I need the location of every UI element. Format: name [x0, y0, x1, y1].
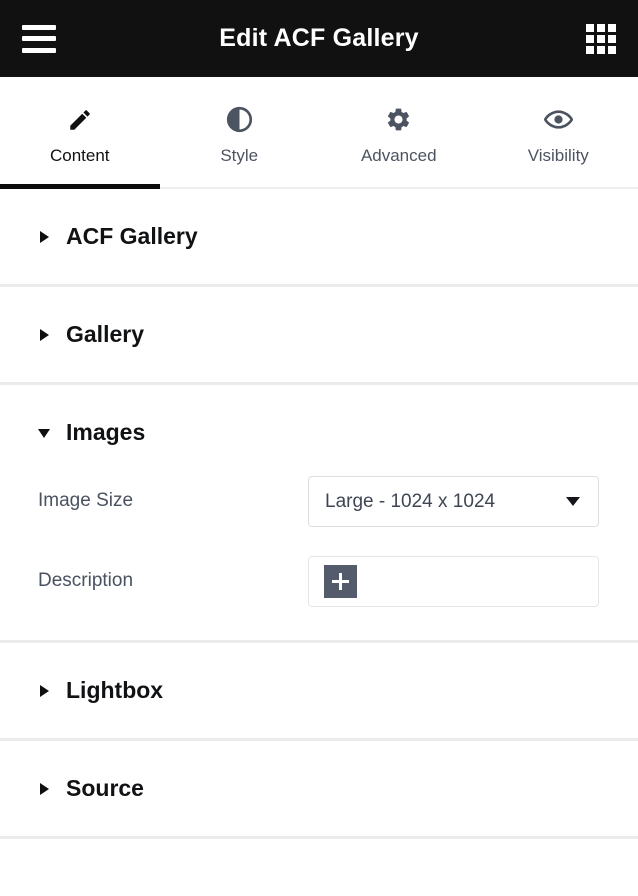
- settings-panel: ACF Gallery Gallery Images Image Size La…: [0, 189, 638, 896]
- chevron-down-icon: [38, 426, 52, 440]
- description-label: Description: [38, 569, 134, 591]
- grid-cell: [586, 23, 594, 32]
- grid-cell: [608, 34, 616, 43]
- tab-visibility-label: Visibility: [527, 145, 589, 165]
- grid-cell: [597, 45, 605, 54]
- section-images-body: Image Size Large - 1024 x 1024 Descripti…: [0, 470, 638, 640]
- description-input[interactable]: [308, 555, 599, 607]
- edit-acf-gallery-screen: Edit ACF Gallery Content Style Advanced …: [0, 0, 638, 896]
- grid-cell: [608, 23, 616, 32]
- section-source-title: Source: [66, 775, 144, 801]
- tab-bar: Content Style Advanced Visibility: [0, 77, 638, 189]
- section-acf-gallery-title: ACF Gallery: [66, 223, 198, 249]
- section-gallery: Gallery: [0, 287, 638, 385]
- section-lightbox-title: Lightbox: [66, 677, 164, 703]
- field-image-size: Image Size Large - 1024 x 1024: [38, 470, 600, 532]
- image-size-control: Large - 1024 x 1024: [308, 475, 600, 527]
- section-images: Images Image Size Large - 1024 x 1024 De…: [0, 385, 638, 643]
- chevron-right-icon: [38, 230, 52, 244]
- section-gallery-title: Gallery: [66, 321, 144, 347]
- grid-cell: [586, 45, 594, 54]
- grid-cell: [608, 45, 616, 54]
- grid-cell: [586, 34, 594, 43]
- tab-visibility[interactable]: Visibility: [479, 77, 638, 187]
- tab-style-label: Style: [220, 145, 259, 165]
- pencil-icon: [67, 105, 93, 135]
- top-app-bar: Edit ACF Gallery: [0, 0, 638, 77]
- tab-content[interactable]: Content: [0, 77, 160, 189]
- contrast-icon: [226, 105, 253, 135]
- section-gallery-header[interactable]: Gallery: [0, 287, 638, 382]
- chevron-down-icon: [566, 496, 580, 506]
- grid-cell: [597, 34, 605, 43]
- tab-style[interactable]: Style: [160, 77, 320, 187]
- page-title: Edit ACF Gallery: [219, 24, 419, 52]
- image-size-value: Large - 1024 x 1024: [325, 490, 496, 512]
- section-acf-gallery-header[interactable]: ACF Gallery: [0, 189, 638, 284]
- add-description-button[interactable]: [324, 564, 357, 598]
- section-lightbox: Lightbox: [0, 643, 638, 741]
- tab-advanced-label: Advanced: [360, 145, 437, 165]
- image-size-label: Image Size: [38, 489, 134, 511]
- chevron-right-icon: [38, 328, 52, 342]
- field-description: Description: [38, 550, 600, 612]
- description-control: [308, 555, 600, 607]
- grid-apps-icon[interactable]: [586, 23, 616, 54]
- hamburger-bar: [22, 24, 56, 30]
- tab-advanced[interactable]: Advanced: [319, 77, 479, 187]
- tab-content-label: Content: [49, 145, 110, 165]
- hamburger-bar: [22, 47, 56, 53]
- section-images-title: Images: [66, 419, 146, 445]
- eye-icon: [543, 105, 573, 135]
- section-source-header[interactable]: Source: [0, 741, 638, 836]
- chevron-right-icon: [38, 684, 52, 698]
- section-images-header[interactable]: Images: [0, 385, 638, 470]
- image-size-select[interactable]: Large - 1024 x 1024: [308, 475, 599, 527]
- section-acf-gallery: ACF Gallery: [0, 189, 638, 287]
- gear-icon: [385, 105, 412, 135]
- section-lightbox-header[interactable]: Lightbox: [0, 643, 638, 738]
- hamburger-menu-icon[interactable]: [22, 24, 56, 53]
- chevron-right-icon: [38, 782, 52, 796]
- grid-cell: [597, 23, 605, 32]
- hamburger-bar: [22, 36, 56, 41]
- section-source: Source: [0, 741, 638, 839]
